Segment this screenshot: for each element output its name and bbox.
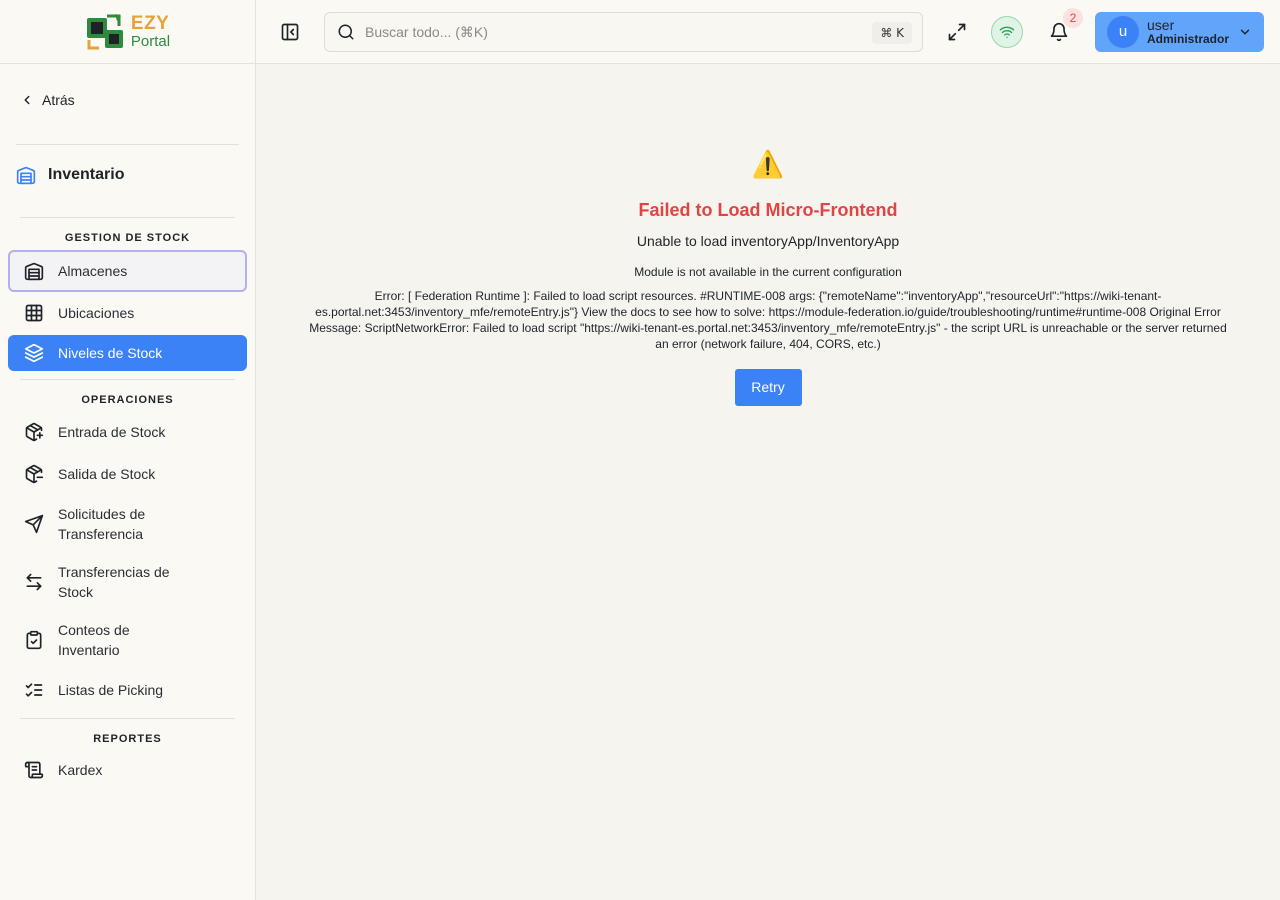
arrows-left-right-icon: [26, 573, 42, 591]
search-bar[interactable]: ⌘ K: [324, 12, 923, 52]
logo-text-top: EZY: [130, 13, 170, 34]
maximize-icon: [948, 23, 966, 41]
sidebar-item-entrada-de-stock[interactable]: Entrada de Stock: [8, 412, 247, 452]
send-icon: [24, 514, 44, 534]
error-message: Module is not available in the current c…: [634, 265, 902, 279]
sidebar-item-solicitudes-de-transferencia[interactable]: Solicitudes de Transferencia: [8, 504, 247, 544]
divider: [20, 217, 235, 218]
error-detail: Error: [ Federation Runtime ]: Failed to…: [309, 289, 1227, 351]
package-minus-icon: [25, 464, 44, 484]
divider: [16, 144, 239, 145]
sidebar-item-niveles-de-stock[interactable]: Niveles de Stock: [8, 335, 247, 371]
sidebar-item-ubicaciones[interactable]: Ubicaciones: [8, 293, 247, 333]
search-shortcut-hint: ⌘ K: [872, 22, 912, 44]
module-header: Inventario: [16, 165, 124, 185]
fullscreen-button[interactable]: [945, 20, 969, 44]
sidebar-item-label: Listas de Picking: [58, 682, 164, 698]
logo-text-bottom: Portal: [130, 33, 171, 50]
section-title-operaciones: OPERACIONES: [81, 394, 174, 406]
connection-status-button[interactable]: [991, 16, 1023, 48]
sidebar-toggle-button[interactable]: [278, 20, 302, 44]
error-title: Failed to Load Micro-Frontend: [638, 200, 898, 220]
sidebar-item-label: Transferencias de Stock: [58, 564, 170, 600]
divider: [20, 379, 235, 380]
brand-logo[interactable]: EZY Portal: [85, 12, 170, 52]
grid-icon: [25, 304, 43, 322]
error-subtitle: Unable to load inventoryApp/InventoryApp: [636, 233, 900, 249]
sidebar-item-listas-de-picking[interactable]: Listas de Picking: [8, 670, 247, 710]
sidebar-item-label: Almacenes: [58, 263, 128, 279]
warehouse-icon: [24, 262, 44, 281]
logo-mark-icon: [86, 13, 123, 49]
scroll-icon: [24, 761, 44, 779]
chevron-left-icon: [24, 95, 30, 105]
back-link[interactable]: Atrás: [20, 92, 75, 108]
chevron-down-icon: [1240, 29, 1250, 35]
sidebar: EZY Portal Atrás Inventario GESTION DE S…: [0, 0, 256, 900]
search-icon: [338, 24, 354, 40]
back-label: Atrás: [42, 92, 75, 108]
section-title-gestion: GESTION DE STOCK: [64, 232, 191, 244]
section-title-reportes: REPORTES: [93, 733, 162, 745]
error-panel: ⚠️ Failed to Load Micro-Frontend Unable …: [256, 150, 1280, 406]
list-checks-icon: [25, 683, 43, 697]
clipboard-check-icon: [26, 630, 42, 650]
sidebar-item-label: Conteos de Inventario: [58, 622, 130, 658]
wifi-icon: [999, 26, 1015, 38]
topbar: ⌘ K 2 u user Administrador: [256, 0, 1280, 64]
sidebar-item-label: Ubicaciones: [58, 305, 135, 321]
package-plus-icon: [25, 422, 44, 442]
user-role: Administrador: [1147, 32, 1230, 47]
logo-area: EZY Portal: [0, 0, 255, 64]
notification-count-badge: 2: [1063, 8, 1083, 28]
panel-left-icon: [281, 23, 299, 41]
divider: [20, 718, 235, 719]
warehouse-icon: [16, 166, 36, 185]
sidebar-item-conteos-de-inventario[interactable]: Conteos de Inventario: [8, 620, 247, 660]
user-name: user: [1147, 17, 1175, 34]
search-input[interactable]: [365, 24, 845, 40]
sidebar-item-label: Entrada de Stock: [58, 424, 166, 440]
sidebar-item-label: Niveles de Stock: [58, 345, 163, 361]
avatar: u: [1107, 16, 1139, 48]
module-title: Inventario: [48, 166, 125, 183]
sidebar-item-almacenes[interactable]: Almacenes: [8, 250, 247, 292]
user-menu-button[interactable]: u user Administrador: [1095, 12, 1264, 52]
sidebar-item-salida-de-stock[interactable]: Salida de Stock: [8, 454, 247, 494]
retry-button[interactable]: Retry: [734, 369, 802, 406]
main-content: ⚠️ Failed to Load Micro-Frontend Unable …: [256, 64, 1280, 900]
sidebar-item-label: Solicitudes de Transferencia: [58, 506, 146, 542]
warning-icon: ⚠️: [751, 150, 785, 180]
sidebar-item-label: Kardex: [58, 762, 103, 778]
sidebar-item-label: Salida de Stock: [58, 466, 156, 482]
sidebar-item-transferencias-de-stock[interactable]: Transferencias de Stock: [8, 562, 247, 602]
sidebar-item-kardex[interactable]: Kardex: [8, 750, 247, 790]
layers-icon: [24, 343, 44, 363]
